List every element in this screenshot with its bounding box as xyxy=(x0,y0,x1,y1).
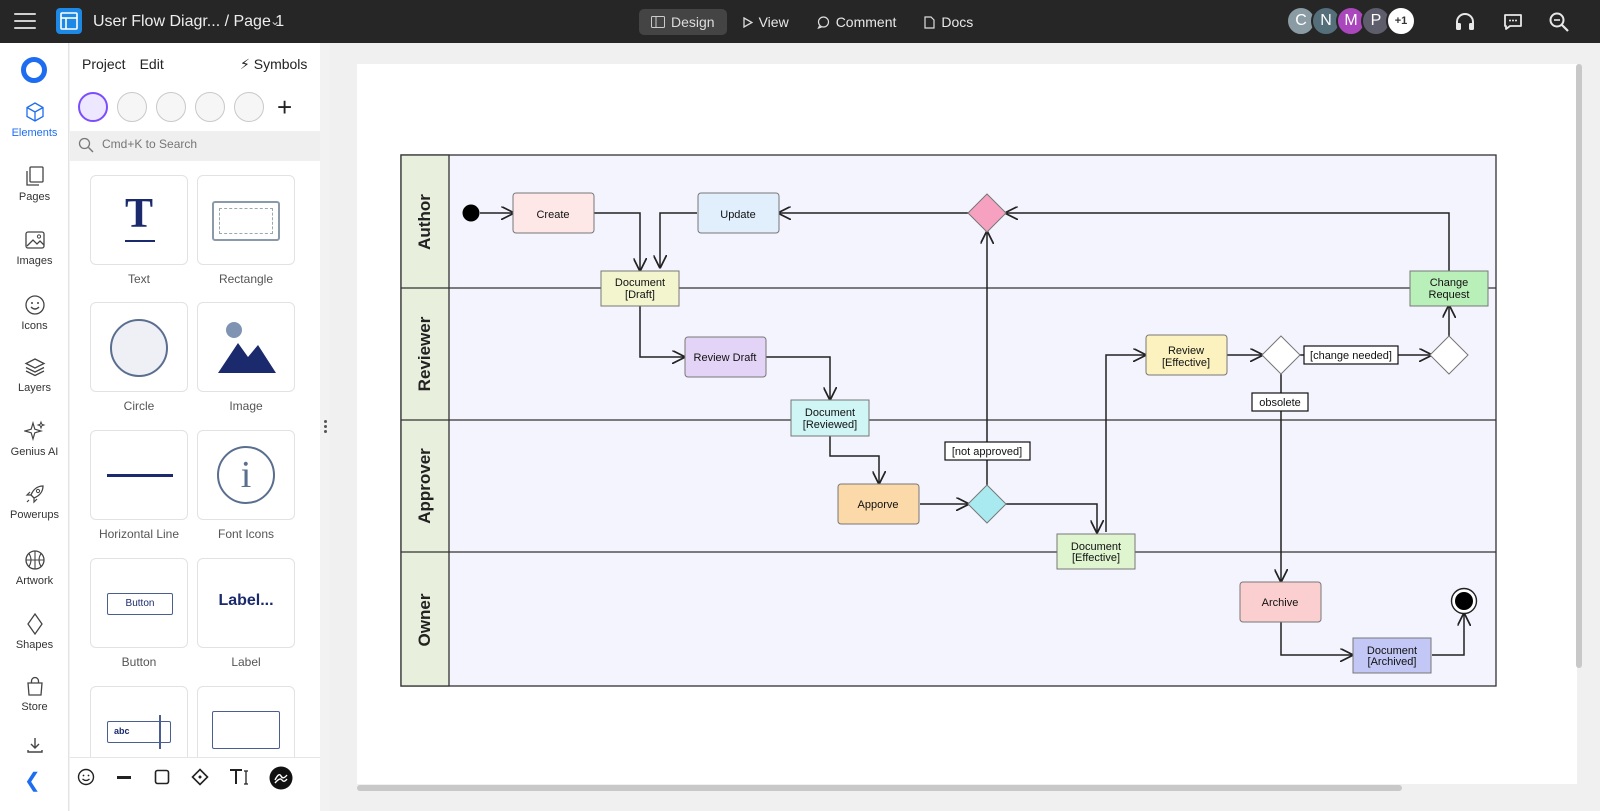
node-document-reviewed-state: [Reviewed] xyxy=(803,419,857,431)
start-node[interactable] xyxy=(462,204,480,222)
activity-diagram: Author Reviewer Approver Owner Create Up… xyxy=(400,154,1497,687)
guard-obsolete-label: obsolete xyxy=(1259,397,1301,409)
node-review-effective-label: Review xyxy=(1168,345,1204,357)
node-document-reviewed-label: Document xyxy=(805,407,855,419)
guard-change-needed-label: [change needed] xyxy=(1310,350,1392,362)
node-document-archived-state: [Archived] xyxy=(1368,656,1417,668)
guard-not-approved-label: [not approved] xyxy=(952,446,1022,458)
node-create-label: Create xyxy=(536,209,569,221)
node-review-effective-state: [Effective] xyxy=(1162,357,1210,369)
node-update-label: Update xyxy=(720,209,755,221)
node-document-draft-label: Document xyxy=(615,277,665,289)
lane-label-reviewer: Reviewer xyxy=(415,316,434,391)
node-change-request-label-2: Request xyxy=(1429,289,1470,301)
node-change-request-label: Change xyxy=(1430,277,1469,289)
lane-label-author: Author xyxy=(415,194,434,250)
node-document-draft-state: [Draft] xyxy=(625,289,655,301)
end-node-inner xyxy=(1455,592,1473,610)
node-approve-label: Apporve xyxy=(858,499,899,511)
lane-label-approver: Approver xyxy=(415,448,434,524)
lane-label-owner: Owner xyxy=(415,593,434,646)
node-document-effective-state: [Effective] xyxy=(1072,552,1120,564)
node-archive-label: Archive xyxy=(1262,597,1299,609)
node-review-draft-label: Review Draft xyxy=(694,352,757,364)
